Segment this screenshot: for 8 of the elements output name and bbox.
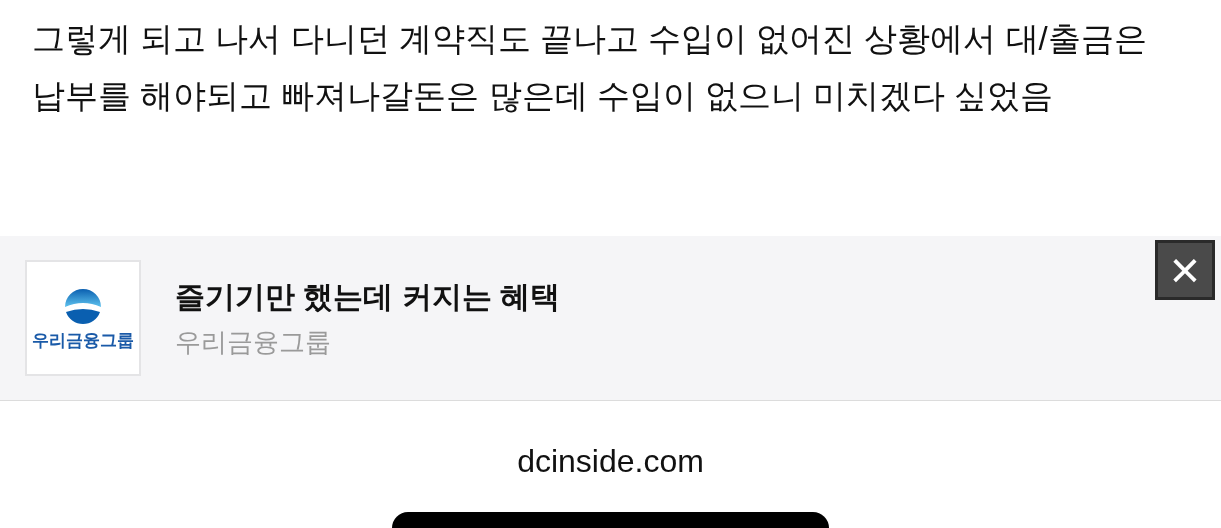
site-domain: dcinside.com (517, 442, 704, 481)
logo-text: 우리금융그룹 (32, 331, 134, 349)
article-paragraph: 그렇게 되고 나서 다니던 계약직도 끝나고 수입이 없어진 상황에서 대/출금은 납부를 해야되고 빠져나갈돈은 많은데 수입이 없으니 미치겠다 싶었음 (32, 19, 1148, 116)
close-button[interactable]: × (1155, 240, 1215, 300)
ad-title: 즐기기만 했는데 커지는 혜택 (175, 279, 560, 315)
logo-icon (64, 287, 102, 326)
advertiser-name: 우리금융그룹 (175, 325, 332, 358)
ad-banner[interactable]: 우리금융그룹 즐기기만 했는데 커지는 혜택 우리금융그룹 × (0, 236, 1221, 401)
